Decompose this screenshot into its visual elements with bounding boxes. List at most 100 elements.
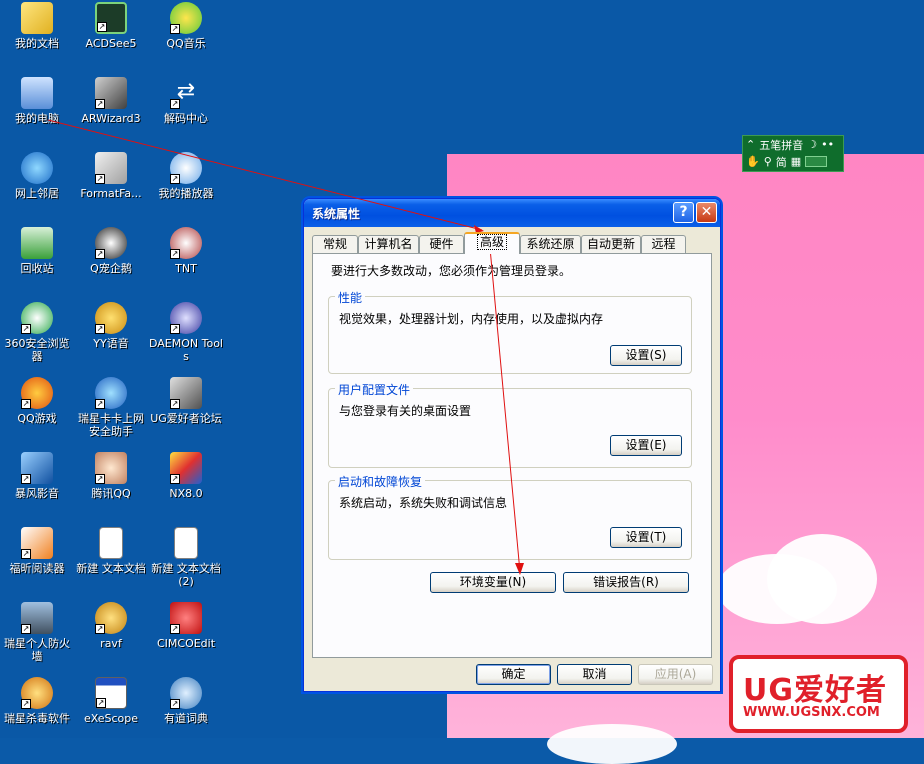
desktop-icon-network[interactable]: 网上邻居 [0,152,74,200]
desktop-icon-qq-game[interactable]: ↗ QQ游戏 [0,377,74,425]
desktop-icon-decoder[interactable]: ⇄ ↗ 解码中心 [149,77,223,125]
desktop-icon-tencent-qq[interactable]: ↗ 腾讯QQ [74,452,148,500]
error-reporting-button[interactable]: 错误报告(R) [563,572,689,593]
user-profiles-settings-button[interactable]: 设置(E) [610,435,682,456]
environment-variables-button[interactable]: 环境变量(N) [430,572,556,593]
rising-kaka-icon: ↗ [95,377,127,409]
yy-voice-icon: ↗ [95,302,127,334]
ime-name[interactable]: 五笔拼音 [759,137,803,153]
user-profiles-label: 用户配置文件 [335,381,414,398]
startup-recovery-label: 启动和故障恢复 [335,473,426,490]
tnt-icon: ↗ [170,227,202,259]
tab-system-restore[interactable]: 系统还原 [520,235,581,253]
player-icon: ↗ [170,152,202,184]
recycle-bin-icon [21,227,53,259]
startup-recovery-group: 启动和故障恢复 系统启动，系统失败和调试信息 设置(T) [328,473,692,560]
qq-music-icon: ↗ [170,2,202,34]
title-bar[interactable]: 系统属性 ? ✕ [304,199,720,227]
desktop-icon-qq-pet[interactable]: ↗ Q宠企鹅 [74,227,148,275]
watermark-brand: UG爱好者 [743,673,887,708]
rising-firewall-icon: ↗ [21,602,53,634]
tencent-qq-icon: ↗ [95,452,127,484]
tab-advanced[interactable]: 高级 [464,232,520,254]
my-computer-icon [21,77,53,109]
desktop-icon-rising-firewall[interactable]: ↗ 瑞星个人防火墙 [0,602,74,663]
system-properties-dialog: 系统属性 ? ✕ 常规 计算机名 硬件 高级 系统还原 自动更新 远程 要进行大… [303,198,721,692]
daemon-tools-icon: ↗ [170,302,202,334]
ime-toolbar[interactable]: ⌃ 五笔拼音 ☽ •• ✋ ⚲ 简 ▦ [742,135,844,172]
desktop-icon-my-documents[interactable]: 我的文档 [0,2,74,50]
watermark-url: WWW.UGSNX.COM [743,705,880,720]
punctuation-icon[interactable]: •• [821,138,834,151]
desktop-icon-youdao-dict[interactable]: ↗ 有道词典 [149,677,223,725]
text-doc-icon [99,527,123,559]
arwizard-icon: ↗ [95,77,127,109]
desktop-icon-rising-kaka[interactable]: ↗ 瑞星卡卡上网安全助手 [74,377,148,438]
desktop-icon-text-doc-2[interactable]: 新建 文本文档 (2) [149,527,223,588]
acdsee-icon: ↗ [95,2,127,34]
desktop-icon-qq-music[interactable]: ↗ QQ音乐 [149,2,223,50]
search-icon[interactable]: ⚲ [764,155,772,168]
keyboard-icon[interactable] [805,156,828,167]
rising-antivirus-icon: ↗ [21,677,53,709]
desktop-icon-recycle-bin[interactable]: 回收站 [0,227,74,275]
ime-collapse-icon[interactable]: ⌃ [746,138,755,151]
desktop-icon-arwizard[interactable]: ↗ ARWizard3 [74,77,148,125]
user-profiles-desc: 与您登录有关的桌面设置 [339,404,472,418]
ime-mode[interactable]: 简 [776,154,787,170]
tab-remote[interactable]: 远程 [641,235,686,253]
desktop-icon-acdsee[interactable]: ↗ ACDSee5 [74,2,148,50]
grid-icon[interactable]: ▦ [791,155,801,168]
performance-desc: 视觉效果，处理器计划，内存使用，以及虚拟内存 [339,312,604,326]
desktop-icon-tnt[interactable]: ↗ TNT [149,227,223,275]
desktop-icon-yy-voice[interactable]: ↗ YY语音 [74,302,148,350]
half-width-icon[interactable]: ☽ [807,138,817,151]
admin-note: 要进行大多数改动，您必须作为管理员登录。 [331,264,572,278]
youdao-dict-icon: ↗ [170,677,202,709]
performance-label: 性能 [335,289,366,306]
desktop: 我的文档 ↗ ACDSee5 ↗ QQ音乐 我的电脑 ↗ ARWizard3 ⇄… [0,0,924,764]
desktop-icon-daemon-tools[interactable]: ↗ DAEMON Tools [149,302,223,363]
desktop-icon-player[interactable]: ↗ 我的播放器 [149,152,223,200]
tab-hardware[interactable]: 硬件 [419,235,464,253]
close-button[interactable]: ✕ [696,202,717,223]
brand-watermark: UG爱好者 WWW.UGSNX.COM [729,655,908,733]
user-profiles-group: 用户配置文件 与您登录有关的桌面设置 设置(E) [328,381,692,468]
ok-button[interactable]: 确定 [476,664,551,685]
exescope-icon: ↗ [95,677,127,709]
desktop-icon-foxit-reader[interactable]: ↗ 福昕阅读器 [0,527,74,575]
desktop-icon-rising-antivirus[interactable]: ↗ 瑞星杀毒软件 [0,677,74,725]
nx-icon: ↗ [170,452,202,484]
360-browser-icon: ↗ [21,302,53,334]
my-documents-icon [21,2,53,34]
advanced-tab-panel: 要进行大多数改动，您必须作为管理员登录。 性能 视觉效果，处理器计划，内存使用，… [312,253,712,658]
startup-recovery-desc: 系统启动，系统失败和调试信息 [339,496,508,510]
desktop-icon-ug-forum[interactable]: ↗ UG爱好者论坛 [149,377,223,425]
foxit-reader-icon: ↗ [21,527,53,559]
storm-player-icon: ↗ [21,452,53,484]
desktop-icon-exescope[interactable]: ↗ eXeScope [74,677,148,725]
desktop-icon-text-doc[interactable]: 新建 文本文档 [74,527,148,575]
tab-auto-update[interactable]: 自动更新 [581,235,641,253]
desktop-icon-cimco-edit[interactable]: ↗ CIMCOEdit [149,602,223,650]
desktop-icon-360-browser[interactable]: ↗ 360安全浏览器 [0,302,74,363]
text-doc-icon [174,527,198,559]
desktop-icon-format-factory[interactable]: ↗ FormatFa... [74,152,148,200]
desktop-icon-storm-player[interactable]: ↗ 暴风影音 [0,452,74,500]
performance-settings-button[interactable]: 设置(S) [610,345,682,366]
tab-general[interactable]: 常规 [312,235,358,253]
cancel-button[interactable]: 取消 [557,664,632,685]
tab-computer-name[interactable]: 计算机名 [358,235,419,253]
apply-button[interactable]: 应用(A) [638,664,713,685]
dialog-title: 系统属性 [312,207,361,221]
format-factory-icon: ↗ [95,152,127,184]
hand-icon[interactable]: ✋ [746,155,760,168]
desktop-icon-ravf[interactable]: ↗ ravf [74,602,148,650]
decoder-icon: ⇄ ↗ [170,79,196,109]
desktop-icon-my-computer[interactable]: 我的电脑 [0,77,74,125]
startup-recovery-settings-button[interactable]: 设置(T) [610,527,682,548]
help-button[interactable]: ? [673,202,694,223]
performance-group: 性能 视觉效果，处理器计划，内存使用，以及虚拟内存 设置(S) [328,289,692,374]
desktop-icon-nx[interactable]: ↗ NX8.0 [149,452,223,500]
qq-pet-icon: ↗ [95,227,127,259]
